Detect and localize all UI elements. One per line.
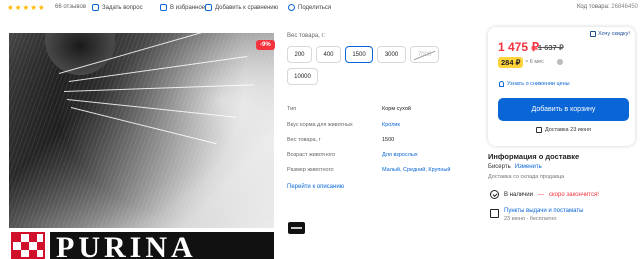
reviews-link[interactable]: 66 отзывов <box>55 4 86 10</box>
stock-separator: — <box>538 191 545 198</box>
favorites-link[interactable]: В избранное <box>160 4 205 11</box>
spec-value-link[interactable]: Для взрослых <box>382 152 418 158</box>
pickup-date: 23 июня - бесплатно <box>504 216 557 222</box>
pickup-points[interactable]: Пункты выдачи и постаматы 23 июня - бесп… <box>490 208 583 222</box>
delivery-info-title: Информация о доставке <box>488 152 580 161</box>
spec-value-link[interactable]: Малый, Средний, Крупный <box>382 167 450 173</box>
spec-row-age: Возраст животного Для взрослых <box>287 152 477 160</box>
bell-icon <box>499 81 504 87</box>
spec-key: Вкус корма для животных <box>287 122 353 128</box>
delivery-date-label: Доставка 23 июня <box>545 127 592 133</box>
stock-status: В наличии — скоро закончится! <box>490 190 599 199</box>
delivery-date: Доставка 23 июня <box>536 127 591 133</box>
spec-value: 1500 <box>382 137 395 143</box>
installment-price[interactable]: 284 ₽ <box>498 57 524 68</box>
star-icon: ★ <box>22 3 30 12</box>
spec-row-flavor: Вкус корма для животных Кролик <box>287 122 477 130</box>
add-to-cart-button[interactable]: Добавить в корзину <box>498 98 629 121</box>
favorites-label: В избранное <box>170 4 206 11</box>
brand-name: PURINA <box>56 232 197 259</box>
want-discount-label: Хочу скидку! <box>598 31 630 37</box>
share-label: Поделиться <box>298 4 332 11</box>
weight-option-label: 400 <box>323 51 334 58</box>
package-icon <box>490 209 499 218</box>
weight-option-7000[interactable]: 7000 <box>410 46 439 63</box>
spec-value-link[interactable]: Кролик <box>382 122 400 128</box>
purina-logo: PURINA <box>50 232 274 259</box>
go-to-description-link[interactable]: Перейти к описанию <box>287 184 344 190</box>
delivery-city: Бисерть Изменить <box>488 164 542 170</box>
change-city-link[interactable]: Изменить <box>515 164 542 170</box>
purina-logo-checker <box>11 232 45 259</box>
weight-option-200[interactable]: 200 <box>287 46 312 63</box>
star-icon: ★ <box>7 3 14 12</box>
compare-link[interactable]: Добавить к сравнению <box>205 4 278 11</box>
weight-label: Вес товара, г: <box>287 33 326 39</box>
ask-question-label: Задать вопрос <box>102 4 143 11</box>
city-name: Бисерть <box>488 164 511 170</box>
want-discount-link[interactable]: Хочу скидку! <box>590 31 630 37</box>
discount-badge: -9% <box>256 40 275 50</box>
ask-question-link[interactable]: Задать вопрос <box>92 4 143 11</box>
brand-logo-thumbnail[interactable] <box>288 222 305 234</box>
weight-option-400[interactable]: 400 <box>316 46 341 63</box>
weight-option-1500[interactable]: 1500 <box>345 46 373 63</box>
question-icon <box>92 4 99 11</box>
in-stock-label: В наличии <box>504 191 534 198</box>
product-code-label: Код товара: <box>576 4 610 10</box>
spec-row-size: Размер животного Малый, Средний, Крупный <box>287 167 477 175</box>
weight-option-label: 10000 <box>294 73 311 80</box>
weight-option-10000[interactable]: 10000 <box>287 68 318 85</box>
installment-term: × 6 мес <box>525 59 544 65</box>
price-drop-notify-label: Узнать о снижении цены <box>507 81 570 87</box>
price-drop-notify-link[interactable]: Узнать о снижении цены <box>499 81 570 87</box>
spec-row-type: Тип Корм сухой <box>287 106 477 114</box>
warehouse-note: Доставка со склада продавца <box>488 174 565 180</box>
buy-card: Хочу скидку! 1 475 ₽ 1 637 ₽ 284 ₽ × 6 м… <box>488 27 635 146</box>
compare-label: Добавить к сравнению <box>215 4 279 11</box>
product-top-bar: ★ ★ ★ ★ ★ 66 отзывов Задать вопрос В изб… <box>0 0 640 16</box>
low-stock-warning: скоро закончится! <box>549 191 599 198</box>
rating-stars[interactable]: ★ ★ ★ ★ ★ <box>7 3 45 12</box>
bookmark-icon <box>160 4 167 11</box>
add-to-cart-label: Добавить в корзину <box>531 106 596 113</box>
product-code: Код товара: 26846450 <box>577 4 638 10</box>
weight-option-label: 200 <box>294 51 305 58</box>
spec-key: Возраст животного <box>287 152 336 158</box>
spec-key: Вес товара, г <box>287 137 321 143</box>
compare-icon <box>205 4 212 11</box>
star-icon: ★ <box>14 3 22 12</box>
box-icon <box>536 127 542 133</box>
spec-key: Тип <box>287 106 297 112</box>
share-link[interactable]: Поделиться <box>288 4 331 11</box>
info-icon[interactable] <box>557 58 563 65</box>
product-image[interactable] <box>9 33 274 259</box>
weight-option-3000[interactable]: 3000 <box>377 46 406 63</box>
product-code-value: 26846450 <box>611 4 638 10</box>
share-icon <box>288 4 295 11</box>
pickup-points-link[interactable]: Пункты выдачи и постаматы <box>504 208 583 214</box>
weight-option-label: 7000 <box>417 51 432 58</box>
weight-option-label: 3000 <box>384 51 399 58</box>
spec-key: Размер животного <box>287 167 334 173</box>
spec-row-weight: Вес товара, г 1500 <box>287 137 477 145</box>
cat-fur <box>9 33 274 259</box>
star-icon: ★ <box>30 3 37 12</box>
weight-option-label: 1500 <box>352 51 366 58</box>
star-icon: ★ <box>37 3 45 12</box>
check-circle-icon <box>490 190 499 199</box>
discount-tag-icon <box>590 31 596 37</box>
current-price: 1 475 ₽ <box>498 40 539 54</box>
old-price: 1 637 ₽ <box>538 43 564 52</box>
spec-value: Корм сухой <box>382 106 411 112</box>
